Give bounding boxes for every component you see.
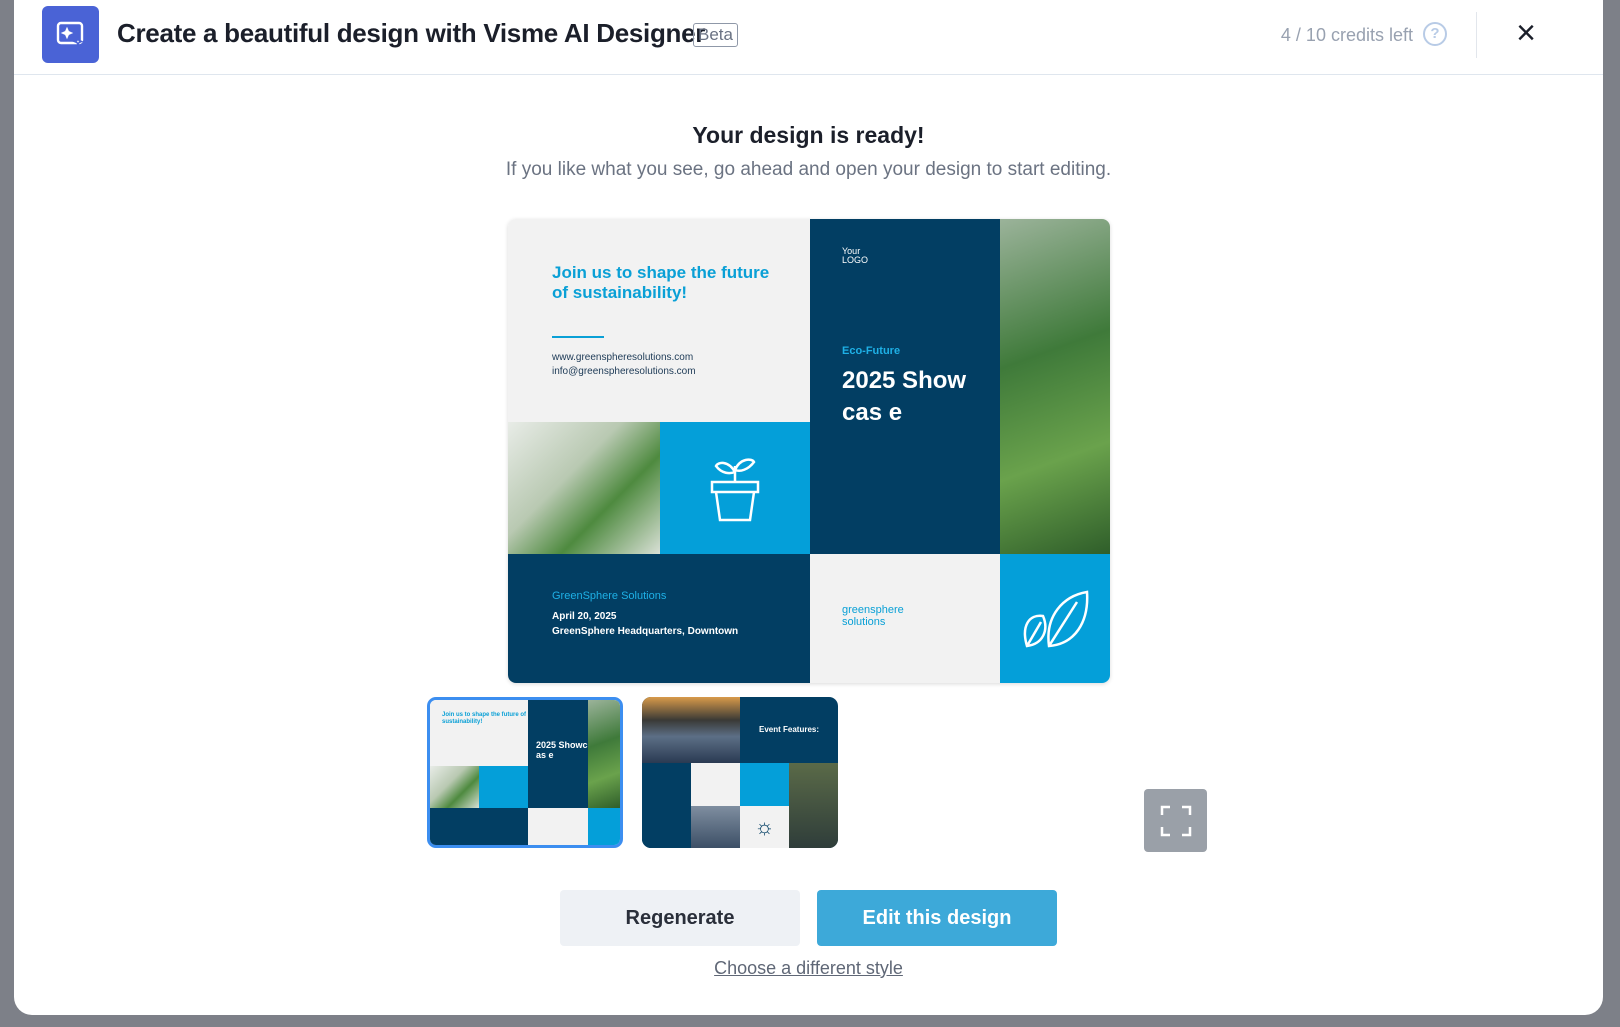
modal-header: Create a beautiful design with Visme AI … xyxy=(14,0,1603,75)
thumb-title: 2025 Showcas e xyxy=(528,700,588,808)
preview-eyebrow: Eco-Future xyxy=(842,345,901,357)
thumb-leaf xyxy=(588,808,620,845)
thumb-headline: Join us to shape the future of sustainab… xyxy=(430,700,528,766)
preview-headline: Join us to shape the future of sustainab… xyxy=(552,263,770,302)
preview-company-panel: GreenSphere Solutions April 20, 2025 Gre… xyxy=(508,554,810,683)
heading: Your design is ready! xyxy=(692,122,925,148)
preview-logo: Your LOGO xyxy=(842,246,869,265)
thumb-photo xyxy=(588,700,620,808)
expand-icon xyxy=(1160,805,1191,836)
close-icon[interactable]: × xyxy=(1509,16,1543,52)
thumb-pot xyxy=(479,766,528,808)
preview-location: GreenSphere Headquarters, Downtown xyxy=(552,626,739,637)
thumb2-list xyxy=(740,763,789,806)
ai-sparkle-icon xyxy=(42,6,99,63)
leaf-icon xyxy=(1000,554,1110,683)
preview-company: GreenSphere Solutions xyxy=(552,590,667,602)
preview-website: www.greenspheresolutions.com xyxy=(552,352,694,363)
thumb-brand xyxy=(528,808,588,845)
sun-icon: ☼ xyxy=(740,806,789,848)
thumb-greenhouse xyxy=(430,766,479,808)
divider xyxy=(1476,12,1477,58)
plant-pot-icon xyxy=(660,422,810,554)
preview-headline-panel: Join us to shape the future of sustainab… xyxy=(508,219,810,422)
choose-style-link-text[interactable]: Choose a different style xyxy=(714,958,903,978)
choose-style-link[interactable]: Choose a different style xyxy=(14,958,1603,979)
credits-remaining: 4 / 10 credits left xyxy=(1280,25,1413,45)
question-circle-icon[interactable]: ? xyxy=(1423,22,1447,46)
beta-badge: Beta xyxy=(693,23,738,47)
accent-line xyxy=(552,336,604,338)
preview-brand-panel: greensphere solutions xyxy=(810,554,1000,683)
thumbnail-design-1[interactable]: Join us to shape the future of sustainab… xyxy=(427,697,623,848)
greenhouse-photo xyxy=(508,422,660,554)
solar-plant-photo xyxy=(789,763,838,848)
preview-brand: greensphere solutions xyxy=(842,604,904,628)
regenerate-button[interactable]: Regenerate xyxy=(560,890,800,946)
thumb2-title: Event Features: xyxy=(758,725,820,734)
ai-designer-modal: Create a beautiful design with Visme AI … xyxy=(14,0,1603,1015)
solar-barn-photo xyxy=(691,806,740,848)
design-preview: Join us to shape the future of sustainab… xyxy=(508,219,1110,683)
lettuce-photo xyxy=(1000,219,1110,554)
preview-title-panel: Your LOGO Eco-Future 2025 Showcas e xyxy=(810,219,1000,554)
thumb2-text xyxy=(691,763,740,806)
preview-event-title: 2025 Showcas e xyxy=(842,367,967,426)
thumb2-panel xyxy=(642,763,691,848)
thumb-company xyxy=(430,808,528,845)
thumb-middle xyxy=(430,766,528,808)
fullscreen-button[interactable] xyxy=(1144,789,1207,852)
subtitle: If you like what you see, go ahead and o… xyxy=(505,159,1112,180)
modal-title: Create a beautiful design with Visme AI … xyxy=(117,18,706,48)
thumbnail-design-2[interactable]: Event Features: ☼ xyxy=(642,697,838,848)
preview-date: April 20, 2025 xyxy=(552,611,617,622)
edit-design-button[interactable]: Edit this design xyxy=(817,890,1057,946)
solar-sunset-photo xyxy=(642,697,740,763)
preview-middle-row xyxy=(508,422,810,554)
preview-email: info@greenspheresolutions.com xyxy=(552,366,696,377)
